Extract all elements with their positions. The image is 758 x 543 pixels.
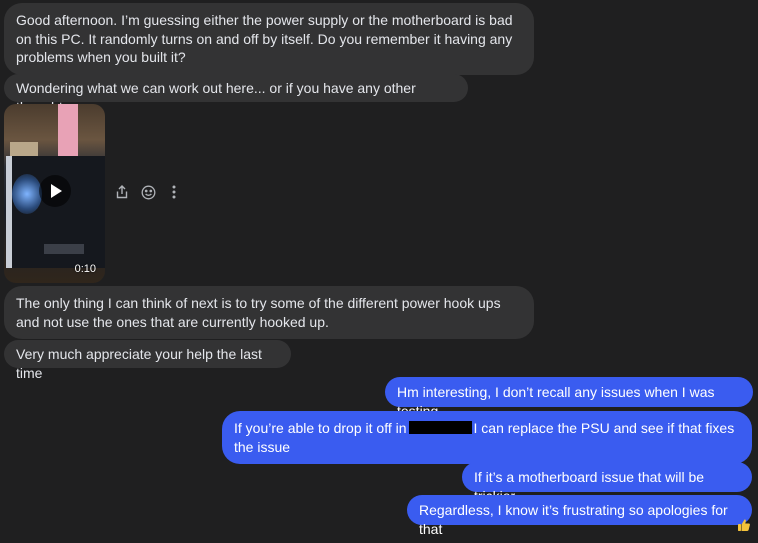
incoming-message[interactable]: The only thing I can think of next is to…: [4, 286, 534, 339]
incoming-message[interactable]: Wondering what we can work out here... o…: [4, 74, 468, 115]
thumbs-up-reaction: [738, 519, 750, 531]
message-text: If you’re able to drop it off in: [234, 420, 407, 436]
video-duration: 0:10: [74, 263, 96, 275]
video-frame-detail: [44, 244, 84, 254]
outgoing-message[interactable]: If it’s a motherboard issue that will be…: [462, 462, 752, 504]
outgoing-message[interactable]: Hm interesting, I don’t recall any issue…: [385, 377, 753, 419]
incoming-message[interactable]: Good afternoon. I’m guessing either the …: [4, 3, 534, 75]
video-attachment[interactable]: 0:10: [4, 104, 105, 283]
message-actions: [114, 183, 182, 201]
more-options-icon[interactable]: [166, 183, 182, 201]
video-frame-detail: [12, 174, 42, 214]
outgoing-message[interactable]: If you’re able to drop it off in I can re…: [222, 411, 752, 464]
play-icon[interactable]: [39, 175, 71, 207]
video-frame-detail: [58, 104, 78, 158]
emoji-react-icon[interactable]: [140, 183, 156, 201]
incoming-message[interactable]: Very much appreciate your help the last …: [4, 340, 291, 381]
outgoing-message[interactable]: Regardless, I know it’s frustrating so a…: [407, 495, 752, 537]
share-icon[interactable]: [114, 183, 130, 201]
redacted-text: [408, 421, 472, 434]
chat-thread: Good afternoon. I’m guessing either the …: [0, 0, 758, 543]
